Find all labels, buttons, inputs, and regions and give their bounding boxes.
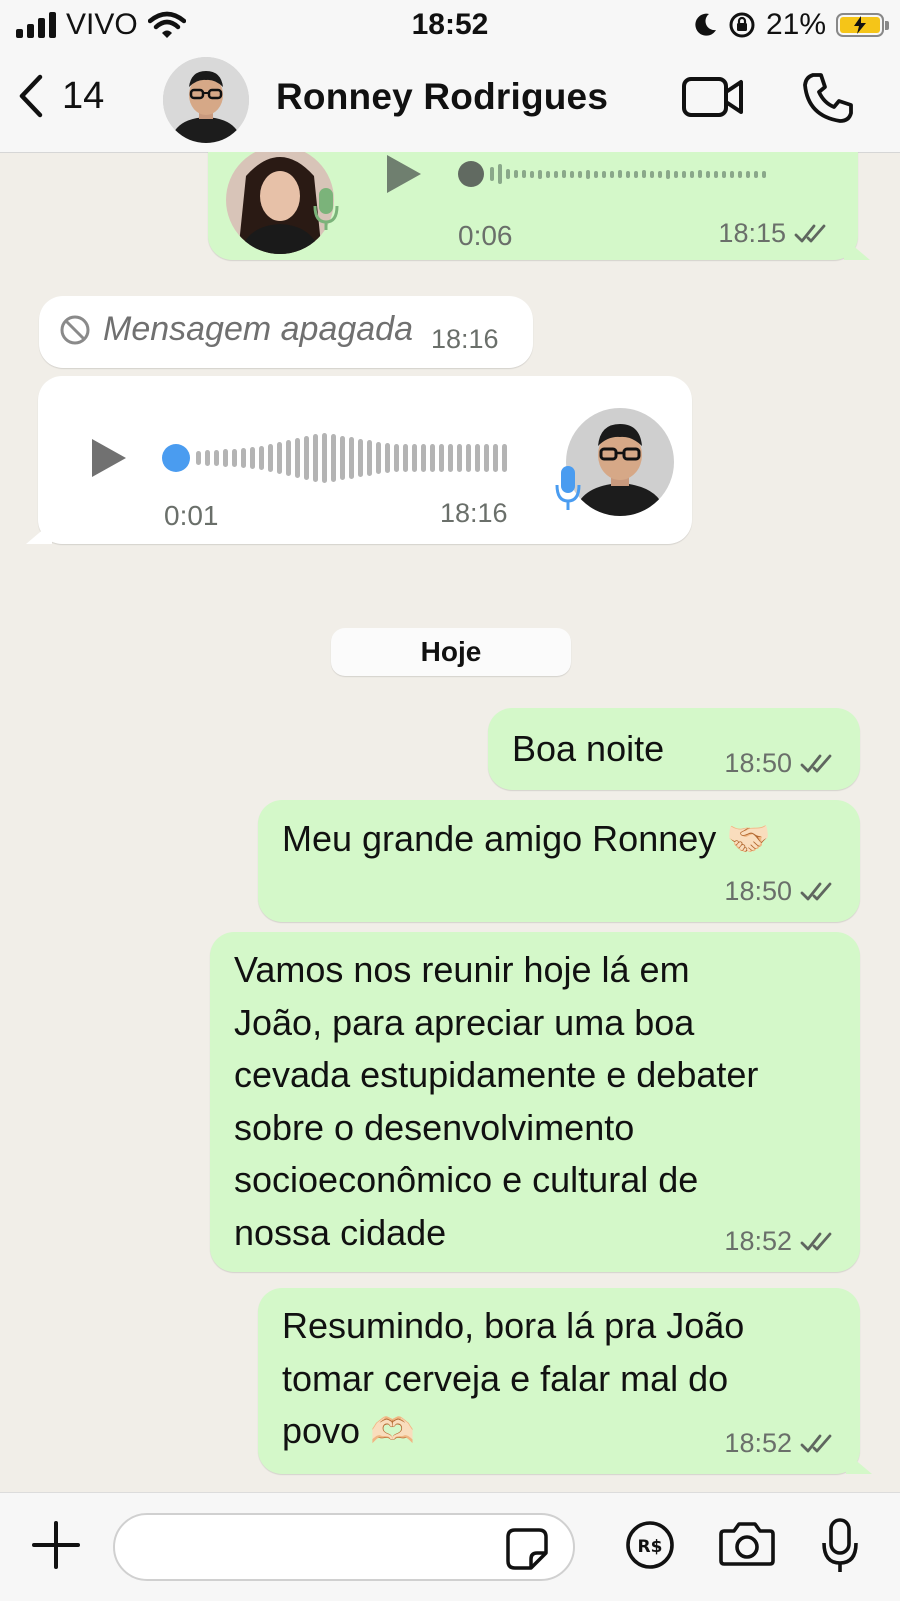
battery-icon [836,13,889,37]
sticker-icon[interactable] [505,1527,549,1571]
deleted-icon [60,315,90,344]
chat-area[interactable]: 0:06 18:15 Mensagem apagada 18:16 0:01 1… [0,152,900,1492]
deleted-message-text: Mensagem apagada [103,310,414,348]
message-line: povo 🫶🏻 [282,1410,415,1451]
message-line: socioeconômico e cultural de [234,1159,699,1200]
message-time: 18:16 [431,324,499,354]
voice-duration: 0:06 [458,220,513,251]
play-icon[interactable] [383,152,425,196]
message-time: 18:16 [440,498,508,528]
message-outgoing[interactable]: Vamos nos reunir hoje lá em João, para a… [210,932,860,1272]
message-text: Boa noite [512,728,665,769]
mic-icon [555,466,581,510]
message-line: Resumindo, bora lá pra João [282,1305,745,1346]
message-text: Meu grande amigo Ronney 🤝🏻 [282,818,772,859]
message-outgoing[interactable]: Resumindo, bora lá pra João tomar cervej… [258,1288,860,1474]
video-call-icon[interactable] [682,76,744,118]
voice-duration: 0:01 [164,500,219,531]
contact-name[interactable]: Ronney Rodrigues [276,76,608,118]
message-text: Resumindo, bora lá pra João tomar cervej… [282,1300,744,1458]
voice-message-incoming[interactable]: 0:01 18:16 [38,376,692,544]
plus-icon[interactable] [30,1519,82,1571]
waveform[interactable] [162,432,511,484]
message-input[interactable] [113,1513,575,1581]
svg-text:R$: R$ [638,1537,663,1557]
message-time: 18:52 [724,1428,792,1458]
deleted-message[interactable]: Mensagem apagada 18:16 [39,296,533,368]
date-separator: Hoje [331,628,571,676]
message-line: tomar cerveja e falar mal do [282,1357,729,1399]
double-check-icon [794,224,826,242]
message-time: 18:52 [724,1226,792,1256]
message-outgoing[interactable]: Meu grande amigo Ronney 🤝🏻 18:50 [258,800,860,922]
moon-icon [695,13,716,36]
phone-icon[interactable] [802,72,854,124]
voice-message-outgoing[interactable]: 0:06 18:15 [208,152,858,260]
contact-avatar[interactable] [163,57,249,143]
double-check-icon [800,1232,832,1250]
message-time: 18:50 [724,876,792,906]
message-time: 18:15 [718,218,786,248]
message-outgoing[interactable]: Boa noite 18:50 [488,708,860,790]
message-line: João, para apreciar uma boa [234,1001,695,1043]
orientation-lock-icon [729,12,755,38]
double-check-icon [800,882,832,900]
message-time: 18:50 [724,748,792,778]
play-icon[interactable] [88,436,130,480]
mic-icon [313,188,339,230]
unread-count: 14 [62,74,105,117]
camera-icon[interactable] [718,1519,776,1569]
input-bar: R$ [0,1492,900,1601]
message-line: Vamos nos reunir hoje lá em [234,949,690,990]
double-check-icon [800,754,832,772]
battery-percent: 21% [765,8,826,41]
chat-header: 14 Ronney Rodrigues [0,50,900,153]
back-button[interactable]: 14 [18,74,104,118]
back-chevron-icon [19,74,43,118]
contact-voice-avatar [566,408,674,516]
waveform[interactable] [458,156,770,192]
message-line: sobre o desenvolvimento [234,1106,635,1148]
mic-button-icon[interactable] [820,1517,860,1575]
message-line: cevada estupidamente e debater [234,1054,759,1095]
status-bar: VIVO 18:52 21% [0,0,900,50]
message-text: Vamos nos reunir hoje lá em João, para a… [234,944,758,1259]
payment-icon[interactable]: R$ [624,1519,676,1571]
double-check-icon [800,1434,832,1452]
message-line: nossa cidade [234,1211,447,1253]
